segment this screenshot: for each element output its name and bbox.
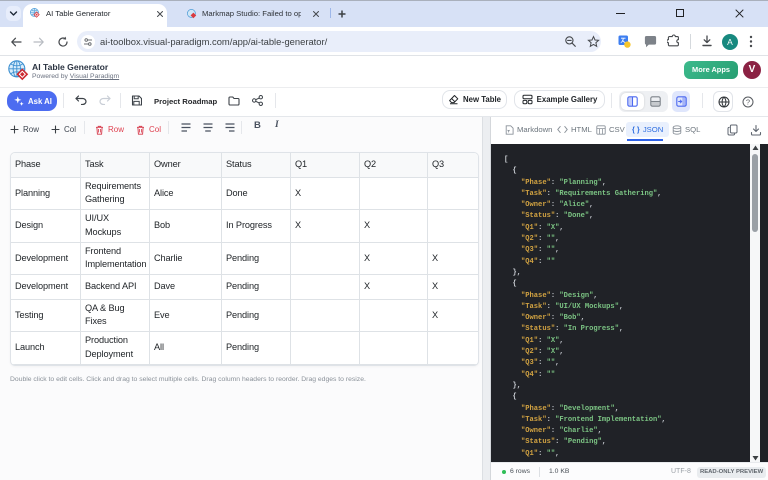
svg-text:?: ? [746, 98, 750, 107]
